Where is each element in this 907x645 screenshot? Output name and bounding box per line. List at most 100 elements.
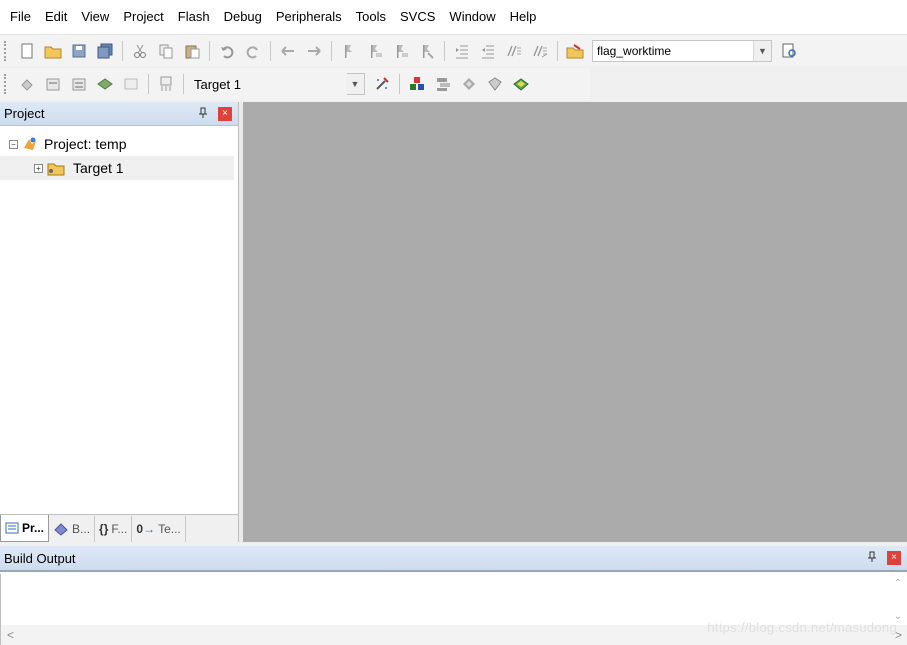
build-toolbar: Target 1 ▼ bbox=[0, 68, 590, 100]
menu-svcs[interactable]: SVCS bbox=[393, 0, 442, 34]
toolbar-separator bbox=[183, 74, 184, 94]
tab-project-label: Pr... bbox=[22, 521, 45, 535]
stop-build-icon[interactable] bbox=[120, 73, 142, 95]
tree-item-project[interactable]: − Project: temp bbox=[0, 132, 238, 156]
menu-help[interactable]: Help bbox=[503, 0, 544, 34]
manage-components-icon[interactable] bbox=[406, 73, 428, 95]
target-options-icon[interactable] bbox=[371, 73, 393, 95]
tab-templates[interactable]: 0→ Te... bbox=[132, 516, 186, 542]
menu-project[interactable]: Project bbox=[116, 0, 170, 34]
redo-icon[interactable] bbox=[242, 40, 264, 62]
copy-icon[interactable] bbox=[155, 40, 177, 62]
tab-functions-label: F... bbox=[111, 522, 128, 536]
nav-back-icon[interactable] bbox=[277, 40, 299, 62]
bookmark-toggle-icon[interactable] bbox=[338, 40, 360, 62]
menu-file[interactable]: File bbox=[3, 0, 38, 34]
bookmark-next-icon[interactable] bbox=[390, 40, 412, 62]
toolbar-separator bbox=[398, 74, 400, 94]
vertical-scrollbar[interactable]: ⌃ ⌄ bbox=[889, 574, 907, 626]
comment-icon[interactable] bbox=[503, 40, 525, 62]
download-icon[interactable] bbox=[155, 73, 177, 95]
build-icon[interactable] bbox=[42, 73, 64, 95]
menu-flash[interactable]: Flash bbox=[171, 0, 217, 34]
file-toolbar: flag_worktime ▼ bbox=[0, 34, 907, 66]
menu-window[interactable]: Window bbox=[442, 0, 502, 34]
bookmark-clear-icon[interactable] bbox=[416, 40, 438, 62]
books-icon bbox=[53, 522, 69, 536]
scroll-left-icon[interactable]: < bbox=[7, 628, 14, 642]
toolbar-separator bbox=[209, 40, 210, 61]
close-icon[interactable]: × bbox=[887, 551, 901, 565]
open-folder-icon[interactable] bbox=[42, 40, 64, 62]
tree-item-target[interactable]: + Target 1 bbox=[0, 156, 234, 180]
pin-icon[interactable] bbox=[867, 551, 877, 563]
pack-installer-icon[interactable] bbox=[458, 73, 480, 95]
find-in-files-icon[interactable] bbox=[564, 40, 586, 62]
uncomment-icon[interactable] bbox=[529, 40, 551, 62]
toolbar-separator bbox=[331, 40, 332, 61]
run-time-env-icon[interactable] bbox=[484, 73, 506, 95]
menu-bar: File Edit View Project Flash Debug Perip… bbox=[0, 0, 907, 34]
toolbar-grip[interactable] bbox=[4, 40, 8, 61]
tab-books[interactable]: B... bbox=[49, 516, 96, 542]
project-panel-header: Project × bbox=[0, 102, 238, 126]
new-file-icon[interactable] bbox=[16, 40, 38, 62]
tab-functions[interactable]: {} F... bbox=[95, 516, 133, 542]
toolbar-separator bbox=[148, 74, 149, 94]
toolbar-separator bbox=[444, 40, 445, 61]
save-all-icon[interactable] bbox=[94, 40, 116, 62]
project-icon bbox=[22, 136, 38, 152]
find-document-icon[interactable] bbox=[778, 40, 800, 62]
target-folder-icon bbox=[47, 160, 65, 176]
expand-icon[interactable]: + bbox=[34, 163, 43, 173]
menu-peripherals[interactable]: Peripherals bbox=[269, 0, 349, 34]
menu-tools[interactable]: Tools bbox=[349, 0, 393, 34]
editor-area[interactable] bbox=[243, 102, 907, 542]
unindent-icon[interactable] bbox=[477, 40, 499, 62]
tab-templates-label: Te... bbox=[158, 522, 181, 536]
bookmark-prev-icon[interactable] bbox=[364, 40, 386, 62]
chevron-down-icon[interactable]: ▼ bbox=[345, 74, 364, 94]
tree-item-project-label: Project: temp bbox=[44, 136, 127, 152]
build-output-text[interactable]: ⌃ ⌄ < > https://blog.csdn.net/masudong bbox=[0, 574, 907, 645]
save-icon[interactable] bbox=[68, 40, 90, 62]
templates-icon: 0→ bbox=[136, 522, 156, 536]
close-icon[interactable]: × bbox=[218, 107, 232, 121]
batch-build-icon[interactable] bbox=[94, 73, 116, 95]
tree-item-target-label: Target 1 bbox=[73, 160, 124, 176]
undo-icon[interactable] bbox=[216, 40, 238, 62]
braces-icon: {} bbox=[99, 522, 109, 536]
find-combo-value: flag_worktime bbox=[597, 43, 672, 58]
menu-debug[interactable]: Debug bbox=[217, 0, 269, 34]
pin-icon[interactable] bbox=[198, 107, 208, 119]
menu-edit[interactable]: Edit bbox=[38, 0, 74, 34]
select-packs-icon[interactable] bbox=[432, 73, 454, 95]
paste-icon[interactable] bbox=[181, 40, 203, 62]
menu-view[interactable]: View bbox=[74, 0, 116, 34]
rebuild-icon[interactable] bbox=[68, 73, 90, 95]
project-tab-icon bbox=[5, 522, 19, 534]
nav-forward-icon[interactable] bbox=[303, 40, 325, 62]
tab-books-label: B... bbox=[72, 522, 91, 536]
indent-icon[interactable] bbox=[451, 40, 473, 62]
scroll-up-icon[interactable]: ⌃ bbox=[894, 578, 902, 589]
project-tree: − Project: temp + Target 1 bbox=[0, 126, 238, 180]
project-panel-tabs: Pr... B... {} F... 0→ Te... bbox=[0, 514, 238, 542]
tab-project[interactable]: Pr... bbox=[0, 515, 50, 542]
build-output-header: Build Output × bbox=[0, 546, 907, 572]
find-combo[interactable]: flag_worktime ▼ bbox=[592, 39, 772, 62]
cut-icon[interactable] bbox=[129, 40, 151, 62]
build-output-panel: Build Output × ⌃ ⌄ < > https://blog.csdn… bbox=[0, 546, 907, 645]
collapse-icon[interactable]: − bbox=[9, 139, 18, 149]
toolbar-separator bbox=[122, 40, 123, 61]
toolbar-separator bbox=[557, 40, 558, 61]
chevron-down-icon[interactable]: ▼ bbox=[753, 40, 771, 61]
software-packs-icon[interactable] bbox=[510, 73, 532, 95]
target-select[interactable]: ▼ bbox=[345, 73, 365, 95]
project-panel-title: Project bbox=[4, 106, 45, 121]
toolbar-grip[interactable] bbox=[4, 74, 8, 94]
watermark-text: https://blog.csdn.net/masudong bbox=[707, 620, 897, 635]
target-select-label[interactable]: Target 1 bbox=[188, 77, 247, 92]
translate-icon[interactable] bbox=[16, 73, 38, 95]
build-output-title: Build Output bbox=[4, 550, 76, 566]
